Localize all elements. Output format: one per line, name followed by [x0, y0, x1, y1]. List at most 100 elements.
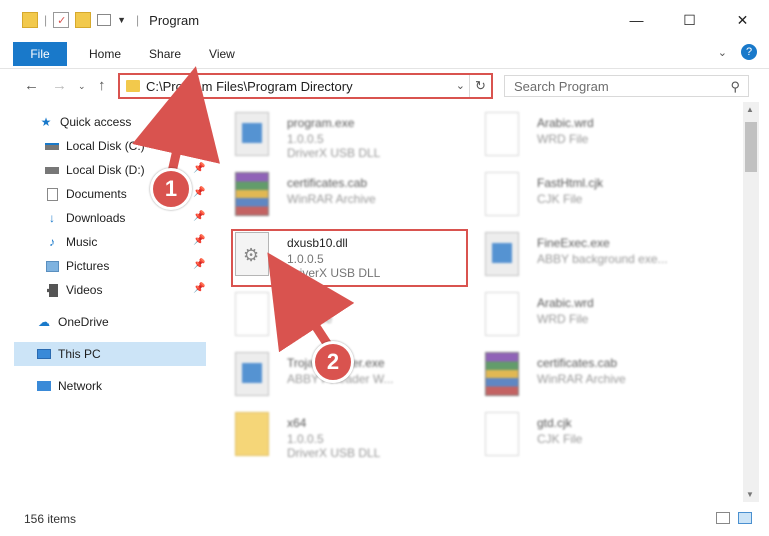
file-version: 1.0.0.5 — [287, 132, 324, 146]
sidebar-item-videos[interactable]: Videos 📌 — [0, 278, 206, 302]
search-input[interactable]: Search Program ⚲ — [504, 75, 749, 97]
pictures-icon — [44, 259, 60, 273]
chevron-down-icon[interactable]: ⌄ — [718, 46, 727, 59]
file-type: WinRAR Archive — [537, 372, 626, 386]
up-arrow-icon[interactable]: ↑ — [98, 77, 106, 94]
chevron-down-icon[interactable]: ▼ — [117, 15, 126, 25]
sidebar-item-quick-access[interactable]: ★ Quick access — [0, 110, 206, 134]
file-name: program.exe — [287, 116, 355, 130]
archive-icon — [485, 352, 519, 396]
back-arrow-icon[interactable]: ← — [24, 77, 39, 94]
folder-icon — [235, 412, 269, 456]
pin-icon[interactable]: 📌 — [193, 187, 205, 198]
forward-arrow-icon[interactable]: → — [52, 77, 67, 94]
file-name: FineExec.exe — [537, 236, 610, 250]
callout-step-1: 1 — [150, 168, 192, 210]
pin-icon[interactable]: 📌 — [193, 139, 205, 150]
address-path[interactable]: C:\Program Files\Program Directory — [146, 79, 353, 94]
ribbon-right-controls: ⌄ ? — [718, 44, 757, 60]
list-item[interactable]: FineExec.exe ABBY background exe... — [465, 226, 715, 284]
sidebar-item-network[interactable]: Network — [0, 374, 206, 398]
file-highlight-box — [231, 229, 468, 287]
scroll-down-icon[interactable]: ▼ — [746, 490, 754, 499]
sidebar-item-this-pc[interactable]: This PC — [14, 342, 206, 366]
pin-icon[interactable]: 📌 — [193, 283, 205, 294]
tab-home[interactable]: Home — [75, 42, 135, 66]
large-icons-view-icon[interactable] — [738, 512, 752, 524]
title-bar: | ✓ ▼ | Program — ☐ ✕ — [0, 0, 769, 40]
file-type: WRD File — [537, 312, 589, 326]
file-name: FastHtml.cjk — [537, 176, 603, 190]
music-icon: ♪ — [49, 235, 55, 249]
details-view-icon[interactable] — [716, 512, 730, 524]
recent-locations-icon[interactable]: ⌄ — [78, 81, 86, 92]
address-row: ← → ⌄ ↑ C:\Program Files\Program Directo… — [0, 68, 769, 102]
file-version: 1.0.0.5 — [287, 432, 324, 446]
quick-access-toolbar: | ✓ ▼ | — [0, 0, 139, 40]
download-icon: ↓ — [49, 211, 55, 225]
list-item[interactable]: x64 1.0.0.5 DriverX USB DLL — [215, 406, 465, 464]
sidebar-item-label: Downloads — [66, 211, 126, 225]
sidebar-item-onedrive[interactable]: ☁ OneDrive — [0, 310, 206, 334]
file-name: Arabic.wrd — [537, 296, 594, 310]
window-controls: — ☐ ✕ — [610, 0, 769, 40]
window-title: Program — [149, 12, 200, 28]
list-item[interactable]: Ecom.cjk CJK File — [215, 286, 465, 344]
sidebar-item-label: Pictures — [66, 259, 110, 273]
list-item[interactable]: certificates.cab WinRAR Archive — [215, 166, 465, 224]
archive-icon — [235, 172, 269, 216]
pin-icon[interactable]: 📌 — [193, 259, 205, 270]
customize-toolbar-icon[interactable] — [97, 14, 112, 26]
chevron-down-icon[interactable]: ⌄ — [456, 79, 465, 92]
folder-icon[interactable] — [22, 12, 38, 28]
folder-icon — [126, 80, 140, 92]
computer-icon — [36, 347, 52, 361]
document-icon — [485, 412, 519, 456]
list-item[interactable]: FastHtml.cjk CJK File — [465, 166, 715, 224]
vertical-scrollbar[interactable]: ▲ ▼ — [743, 102, 759, 502]
list-item[interactable]: Arabic.wrd WRD File — [465, 106, 715, 164]
videos-icon — [44, 283, 60, 297]
file-type: CJK File — [287, 312, 333, 326]
pin-icon[interactable]: 📌 — [193, 235, 205, 246]
file-type: WRD File — [537, 132, 589, 146]
list-item[interactable]: gtd.cjk CJK File — [465, 406, 715, 464]
application-icon — [485, 232, 519, 276]
scrollbar-thumb[interactable] — [745, 122, 757, 172]
close-button[interactable]: ✕ — [716, 0, 769, 40]
refresh-icon[interactable]: ↻ — [469, 75, 491, 97]
ribbon-tabs: File Home Share View ⌄ ? — [0, 40, 769, 68]
sidebar-item-label: Local Disk (C:) — [66, 139, 145, 153]
list-item[interactable]: Arabic.wrd WRD File — [465, 286, 715, 344]
sidebar-item-label: Quick access — [60, 115, 132, 129]
navigation-pane: ★ Quick access Local Disk (C:) 📌 Local D… — [0, 102, 210, 502]
properties-icon[interactable]: ✓ — [53, 12, 70, 28]
sidebar-item-local-disk-c[interactable]: Local Disk (C:) 📌 — [0, 134, 206, 158]
sidebar-item-pictures[interactable]: Pictures 📌 — [0, 254, 206, 278]
status-bar: 156 items — [0, 502, 769, 536]
file-description: ABBY background exe... — [537, 252, 668, 266]
sidebar-item-label: This PC — [58, 347, 101, 361]
maximize-button[interactable]: ☐ — [663, 0, 716, 40]
tab-view[interactable]: View — [195, 42, 249, 66]
file-description: DriverX USB DLL — [287, 146, 381, 160]
pin-icon[interactable]: 📌 — [193, 211, 205, 222]
file-name: gtd.cjk — [537, 416, 572, 430]
file-type: WinRAR Archive — [287, 192, 376, 206]
scroll-up-icon[interactable]: ▲ — [746, 105, 754, 114]
minimize-button[interactable]: — — [610, 0, 663, 40]
search-icon[interactable]: ⚲ — [730, 79, 740, 95]
address-bar[interactable]: C:\Program Files\Program Directory ⌄ ↻ — [118, 73, 493, 99]
new-folder-icon[interactable] — [75, 12, 92, 28]
help-icon[interactable]: ? — [741, 44, 757, 60]
pin-icon[interactable]: 📌 — [193, 163, 205, 174]
file-name: certificates.cab — [537, 356, 618, 370]
list-item[interactable]: program.exe 1.0.0.5 DriverX USB DLL — [215, 106, 465, 164]
file-name: certificates.cab — [287, 176, 368, 190]
list-item[interactable]: certificates.cab WinRAR Archive — [465, 346, 715, 404]
tab-share[interactable]: Share — [135, 42, 195, 66]
tab-file[interactable]: File — [13, 42, 67, 66]
search-placeholder: Search Program — [514, 78, 609, 94]
cloud-icon: ☁ — [38, 315, 50, 329]
sidebar-item-music[interactable]: ♪ Music 📌 — [0, 230, 206, 254]
